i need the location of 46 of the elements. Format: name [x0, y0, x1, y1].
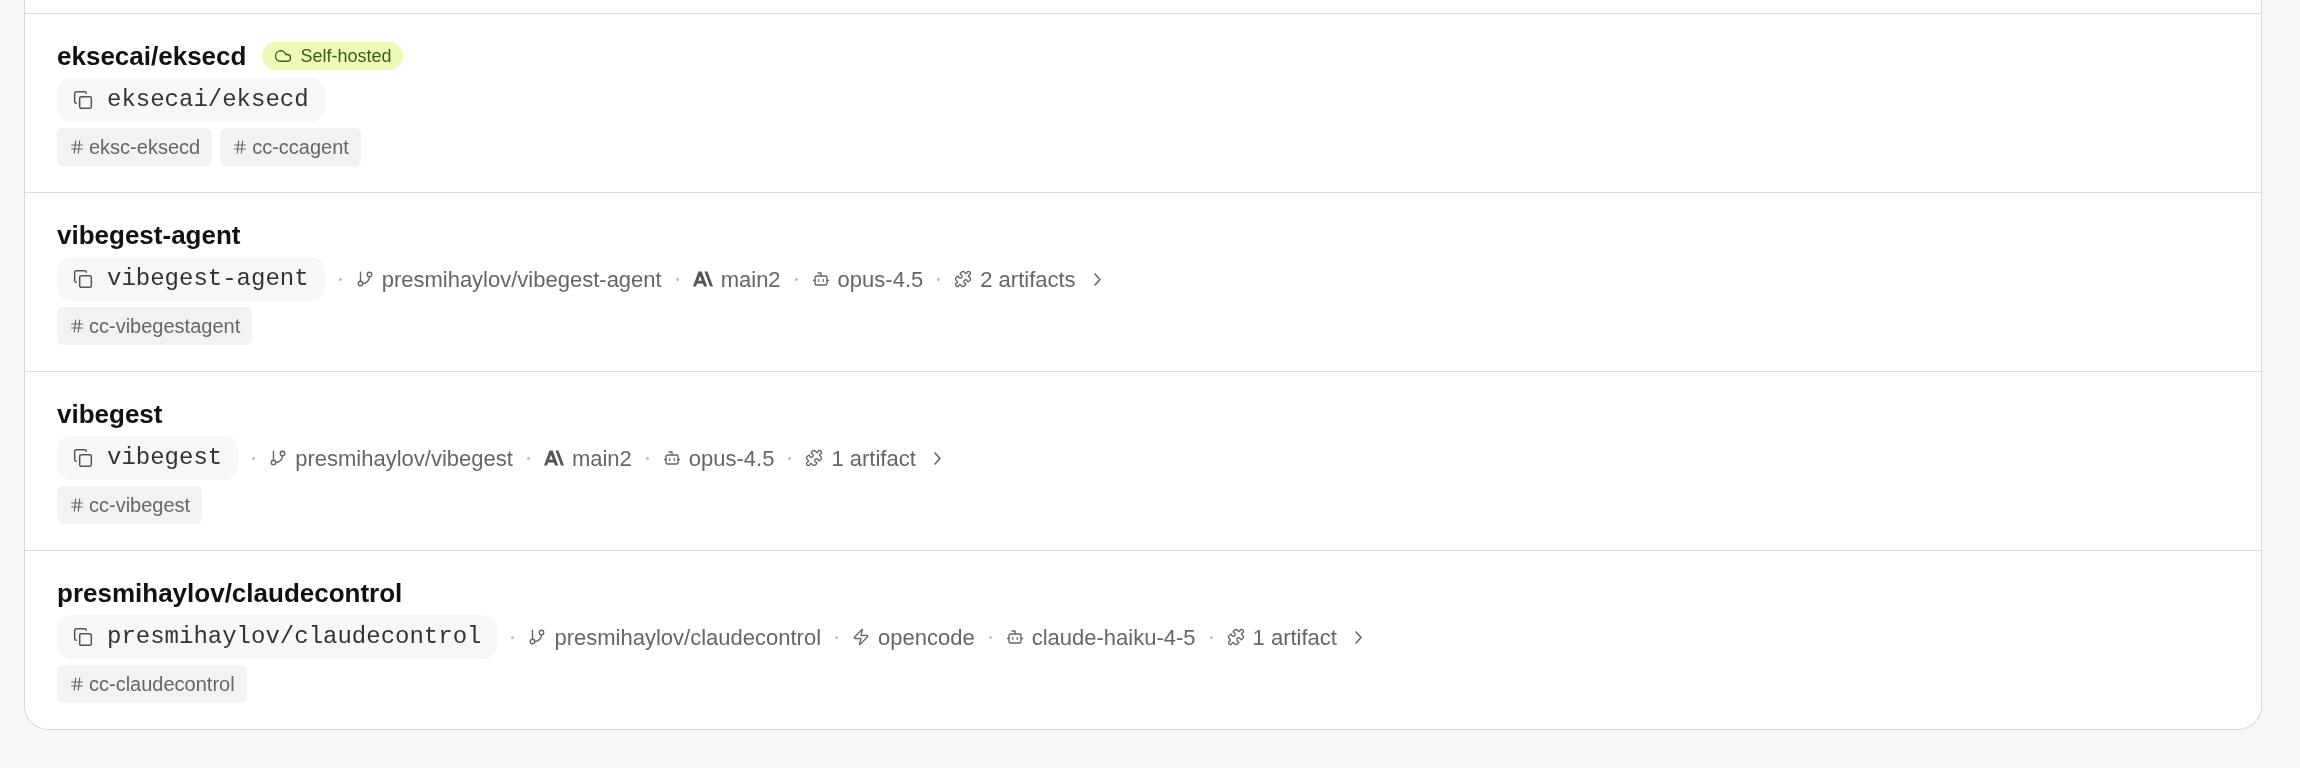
- robot-icon: [811, 270, 830, 288]
- artifacts-link[interactable]: 1 artifact: [805, 441, 941, 475]
- copy-name-button[interactable]: presmihaylov/claudecontrol: [57, 615, 498, 659]
- copy-icon: [73, 627, 93, 647]
- meta-text: claude-haiku-4-5: [1031, 623, 1196, 652]
- chevron-right-icon: [1354, 630, 1362, 644]
- project-title: presmihaylov/claudecontrol: [57, 577, 403, 609]
- cloud-icon: [274, 47, 293, 65]
- puzzle-icon: [1226, 628, 1245, 646]
- hash-icon: [69, 139, 85, 155]
- project-title: vibegest: [57, 398, 163, 430]
- meta-text: main2: [571, 444, 632, 473]
- lightning-icon: [852, 628, 871, 646]
- branch-icon: [528, 628, 547, 646]
- chevron-right-icon: [1093, 272, 1101, 286]
- robot-icon: [662, 449, 681, 467]
- branch-icon: [355, 270, 374, 288]
- copy-name-button[interactable]: vibegest-agent: [57, 257, 325, 301]
- copy-icon: [73, 269, 93, 289]
- branch-icon: [269, 449, 288, 467]
- hash-icon: [69, 318, 85, 334]
- anthropic-logo-icon: [543, 450, 564, 466]
- hash-icon: [69, 497, 85, 513]
- meta-text: presmihaylov/vibegest-agent: [381, 265, 662, 294]
- robot-icon: [1005, 628, 1024, 646]
- meta-text: opus-4.5: [688, 444, 775, 473]
- meta-text: opus-4.5: [837, 265, 924, 294]
- meta-text: presmihaylov/vibegest: [295, 444, 513, 473]
- project-title: eksecai/eksecd: [57, 40, 247, 72]
- anthropic-logo-icon: [692, 271, 713, 287]
- artifacts-link[interactable]: 1 artifact: [1226, 620, 1362, 654]
- copy-icon: [73, 448, 93, 468]
- self-hosted-badge: Self-hosted: [262, 42, 404, 70]
- puzzle-icon: [954, 270, 973, 288]
- hash-icon: [69, 676, 85, 692]
- artifacts-link[interactable]: 2 artifacts: [954, 262, 1101, 296]
- chevron-right-icon: [933, 451, 941, 465]
- hash-icon: [232, 139, 249, 155]
- meta-text: presmihaylov/claudecontrol: [554, 623, 822, 652]
- copy-name-button[interactable]: eksecai/eksecd: [57, 78, 325, 122]
- copy-icon: [73, 90, 93, 110]
- copy-name-button[interactable]: vibegest: [57, 436, 239, 480]
- project-title: vibegest-agent: [57, 219, 241, 251]
- puzzle-icon: [805, 449, 824, 467]
- meta-text: main2: [720, 265, 781, 294]
- meta-text: opencode: [878, 623, 975, 652]
